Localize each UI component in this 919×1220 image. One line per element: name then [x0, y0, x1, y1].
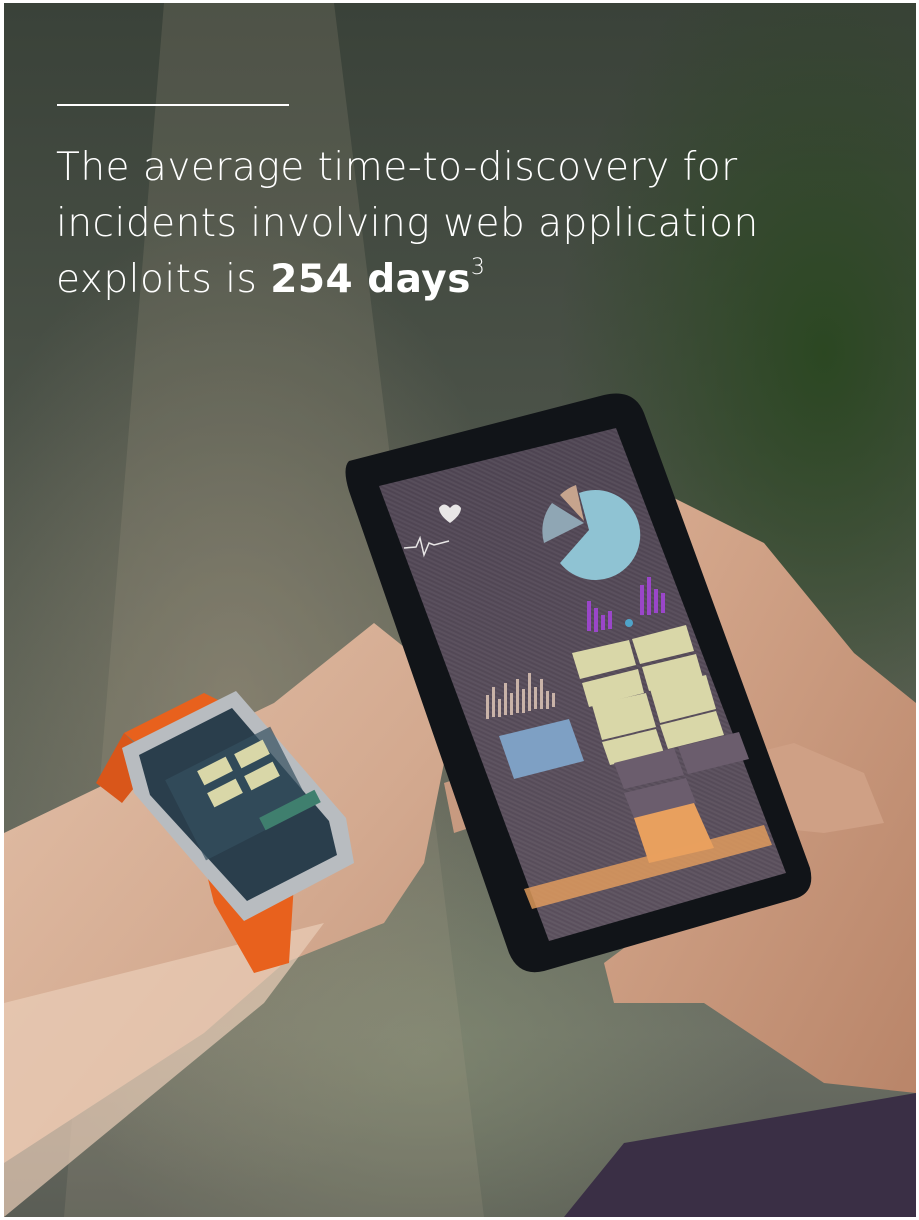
footnote-marker: 3 [470, 255, 486, 280]
sleeve [564, 1093, 916, 1217]
headline-emphasis: 254 days [270, 257, 471, 302]
headline: The average time-to-discovery for incide… [56, 140, 856, 308]
headline-rule [57, 104, 289, 106]
photo-background: The average time-to-discovery for incide… [4, 3, 916, 1217]
graph-dot [625, 619, 633, 627]
